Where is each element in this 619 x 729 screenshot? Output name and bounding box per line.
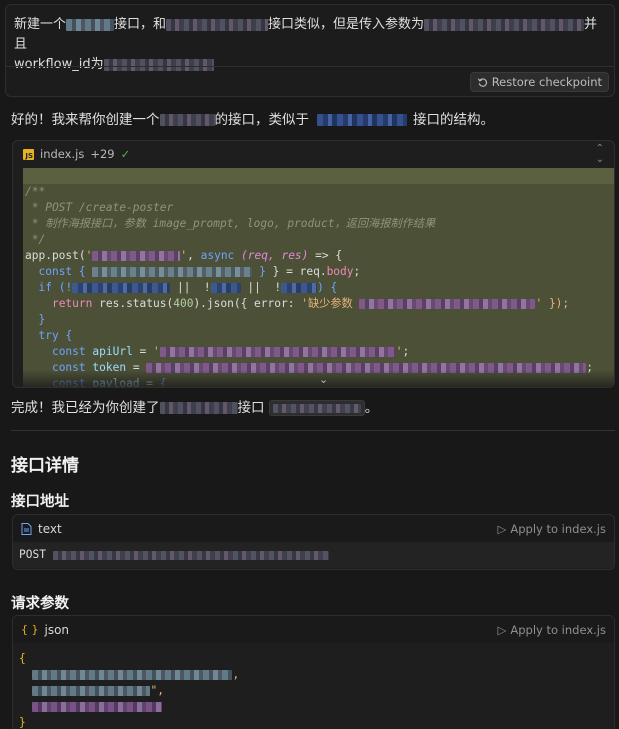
expand-code-icon[interactable]: ⌄ [319, 373, 328, 386]
request-heading: 请求参数 [11, 596, 69, 612]
completion-text: 完成！我已经为你创建了 接口 。 [11, 400, 379, 416]
code-block-header: text ▷ Apply to index.js [13, 515, 614, 542]
request-code-block: { } json ▷ Apply to index.js { , ", } [12, 615, 615, 729]
apply-button[interactable]: ▷ Apply to index.js [498, 623, 607, 637]
file-header[interactable]: JS index.js +29 ✓ ⌃ ⌄ [13, 141, 614, 167]
expand-collapse-icon[interactable]: ⌃ ⌄ [596, 143, 604, 165]
text-file-icon [21, 522, 32, 535]
endpoint-inline-code [268, 400, 365, 416]
play-icon: ▷ [497, 521, 507, 536]
code-block-header: { } json ▷ Apply to index.js [13, 616, 614, 643]
reply-intro: 好的！我来帮你创建一个 的接口，类似于 接口的结构。 [11, 112, 494, 128]
code-language-label: text [38, 521, 62, 536]
diff-strip [23, 168, 614, 184]
apply-button[interactable]: ▷ Apply to index.js [498, 522, 607, 536]
file-name[interactable]: index.js [40, 147, 84, 161]
additions-count: +29 [90, 147, 115, 161]
check-icon: ✓ [120, 147, 131, 161]
divider [11, 430, 615, 431]
redacted-text [166, 18, 269, 31]
code-block: /** * POST /create-poster * 制作海报接口，参数 im… [25, 185, 594, 387]
code-change-card[interactable]: JS index.js +29 ✓ ⌃ ⌄ /** * POST /create-… [12, 140, 615, 388]
redacted-text [159, 114, 215, 126]
endpoint-heading: 接口地址 [11, 494, 69, 510]
redacted-text [103, 58, 214, 71]
endpoint-code-block: text ▷ Apply to index.js POST [12, 514, 615, 570]
user-message: 新建一个 接口，和 接口类似，但是传入参数为 并且 workflow_id为 Rest… [5, 4, 615, 97]
redacted-text [317, 114, 407, 126]
redacted-text [66, 18, 115, 31]
code-block-body: POST [13, 542, 614, 568]
section-title: 接口详情 [11, 456, 79, 476]
redacted-text [159, 402, 238, 414]
play-icon: ▷ [497, 622, 507, 637]
code-diff: /** * POST /create-poster * 制作海报接口，参数 im… [23, 168, 614, 387]
js-file-icon: JS [23, 148, 34, 160]
code-language-label: json [44, 622, 70, 637]
redacted-text [424, 18, 585, 31]
code-block-body: { , ", } [13, 643, 614, 729]
json-braces-icon: { } [21, 623, 39, 636]
restore-icon [477, 77, 487, 87]
restore-checkpoint-button[interactable]: Restore checkpoint [469, 72, 609, 92]
divider [6, 66, 614, 67]
